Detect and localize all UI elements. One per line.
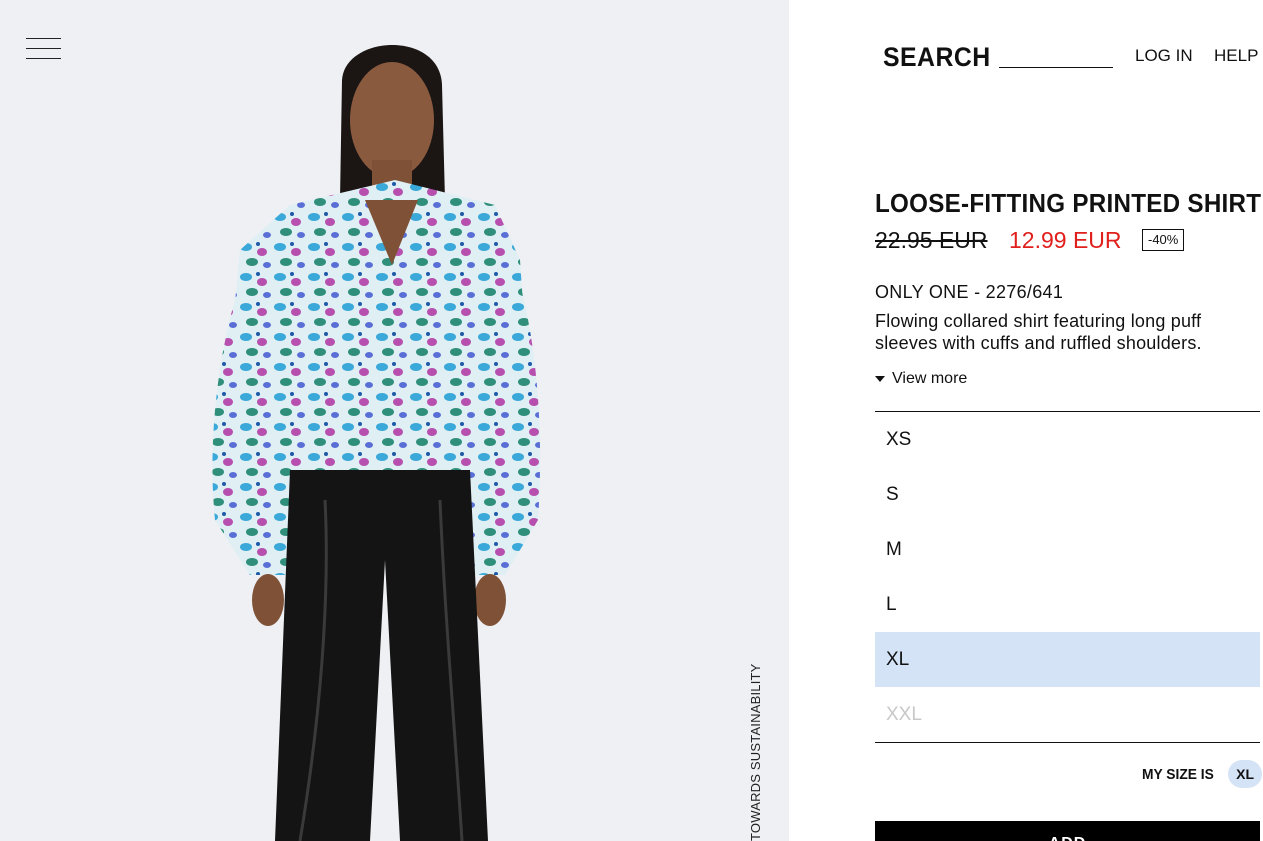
search-label[interactable]: SEARCH (883, 42, 991, 73)
product-description: Flowing collared shirt featuring long pu… (875, 311, 1202, 353)
size-option-s[interactable]: S (875, 467, 1260, 522)
size-option-xxl: XXL (886, 703, 922, 725)
original-price: 22.95 EUR (875, 227, 988, 253)
my-size-label: MY SIZE IS (1142, 765, 1214, 783)
size-option-l[interactable]: L (875, 577, 1260, 632)
my-size-badge: XL (1228, 760, 1263, 788)
menu-line (26, 58, 61, 59)
size-option-m[interactable]: M (875, 522, 1260, 577)
size-option-xs[interactable]: XS (875, 412, 1260, 467)
sale-price: 12.99 EUR (1009, 227, 1122, 253)
sustainability-label[interactable]: TOWARDS SUSTAINABILITY (748, 663, 763, 841)
help-link[interactable]: HELP (1214, 46, 1258, 66)
product-reference: ONLY ONE - 2276/641 (875, 282, 1064, 302)
my-size-indicator[interactable]: MY SIZE IS XL (1142, 760, 1263, 788)
hamburger-menu-icon[interactable] (26, 36, 61, 62)
caret-down-icon (875, 376, 885, 382)
size-option-xl[interactable]: XL (875, 632, 1260, 687)
search-input[interactable] (999, 44, 1113, 68)
size-selector: XS S M L XL XXL (875, 411, 1260, 743)
menu-line (26, 48, 61, 49)
login-link[interactable]: LOG IN (1135, 46, 1193, 66)
product-image-pane: TOWARDS SUSTAINABILITY (0, 0, 789, 841)
discount-badge: -40% (1142, 229, 1185, 251)
product-title: LOOSE-FITTING PRINTED SHIRT (875, 188, 1262, 218)
product-photo[interactable] (0, 0, 789, 841)
menu-line (26, 38, 61, 39)
view-more-label: View more (892, 370, 968, 387)
view-more-link[interactable]: View more (875, 370, 967, 388)
add-to-cart-button[interactable]: ADD (875, 821, 1260, 841)
